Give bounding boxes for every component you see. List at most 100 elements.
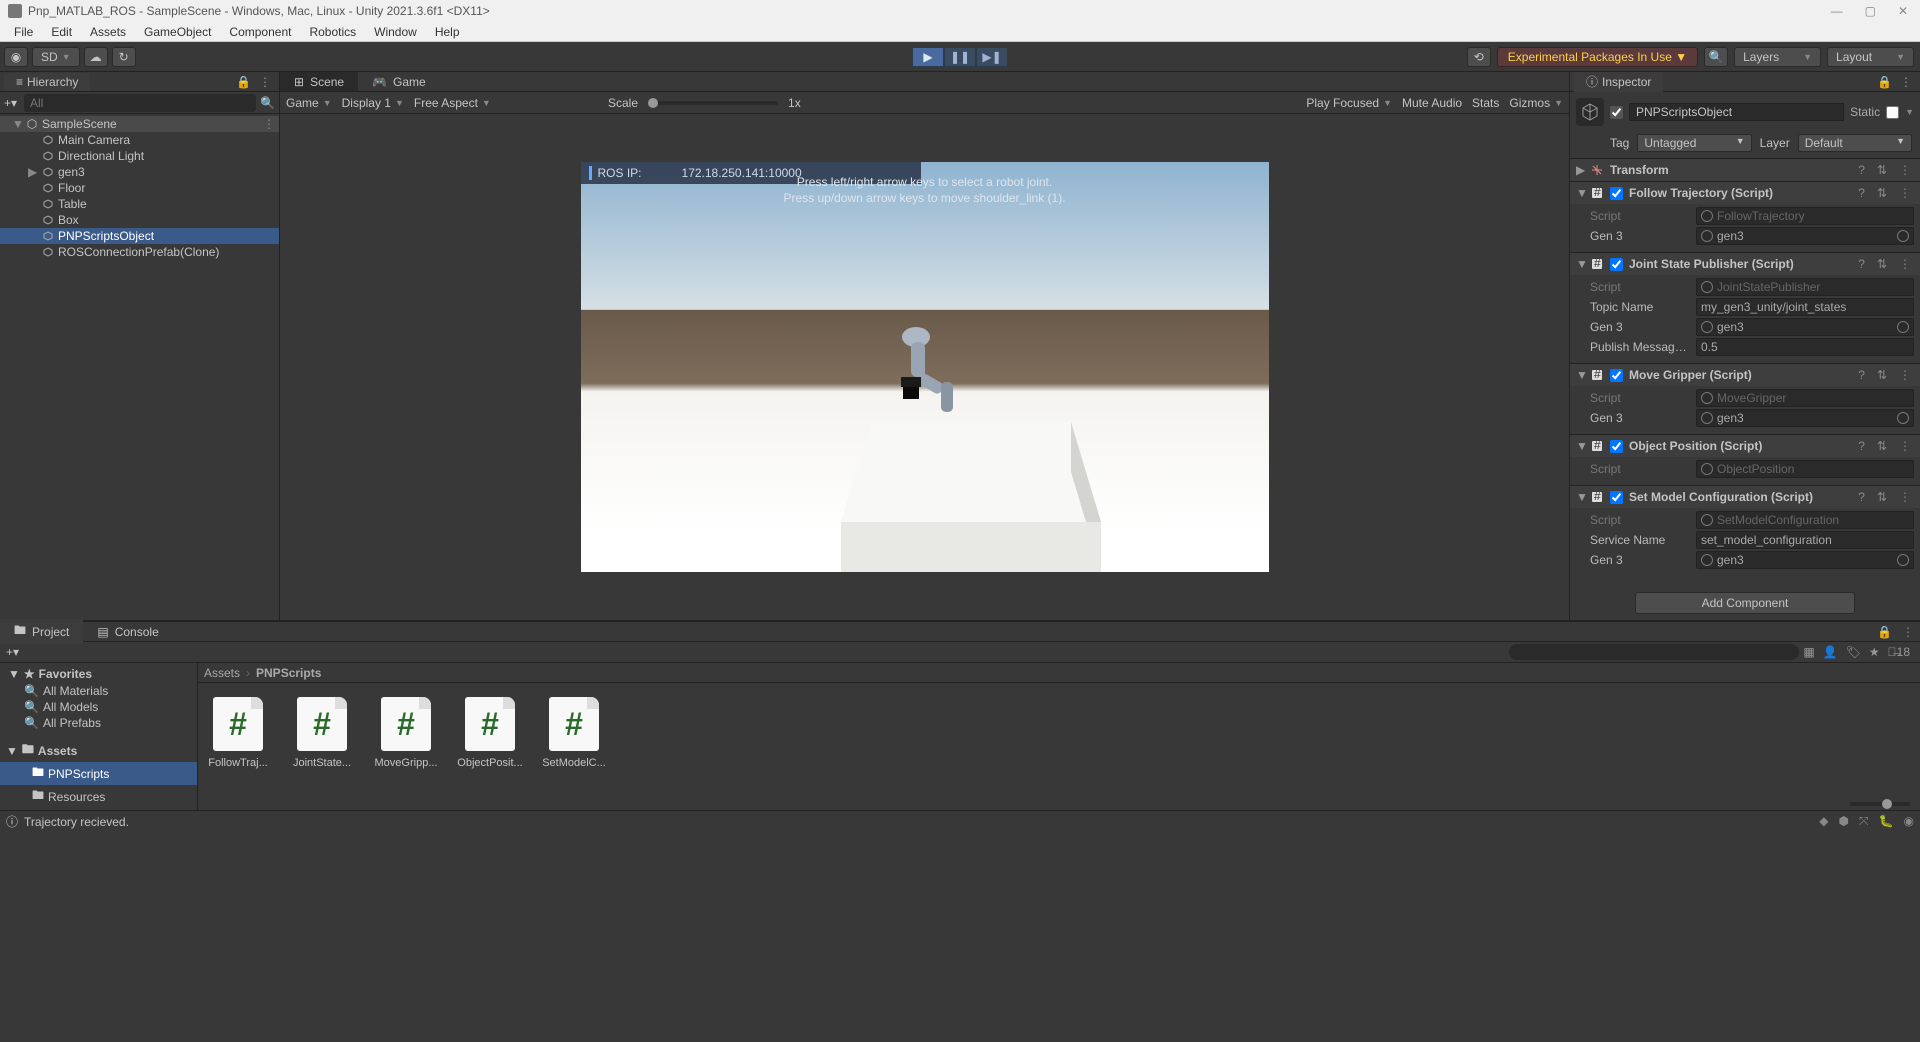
object-picker-icon[interactable] bbox=[1897, 554, 1909, 566]
mute-audio-toggle[interactable]: Mute Audio bbox=[1402, 96, 1462, 110]
component-enabled-checkbox[interactable] bbox=[1610, 440, 1623, 453]
component-header[interactable]: ▼ # Joint State Publisher (Script) ? ⇅ ⋮ bbox=[1570, 253, 1920, 275]
hierarchy-item[interactable]: Table bbox=[0, 196, 279, 212]
hierarchy-item[interactable]: Floor bbox=[0, 180, 279, 196]
project-tab[interactable]: 🖿Project bbox=[0, 619, 83, 644]
menu-window[interactable]: Window bbox=[366, 23, 425, 41]
thumbnail-size-slider[interactable] bbox=[1850, 802, 1910, 806]
panel-menu-icon[interactable]: ⋮ bbox=[255, 75, 275, 89]
search-button[interactable]: 🔍 bbox=[1704, 47, 1728, 67]
play-focused-dropdown[interactable]: Play Focused▼ bbox=[1306, 96, 1392, 110]
help-icon[interactable]: ? bbox=[1855, 163, 1868, 177]
component-menu-icon[interactable]: ⋮ bbox=[1896, 368, 1914, 382]
preset-icon[interactable]: ⇅ bbox=[1874, 490, 1890, 504]
step-button[interactable]: ▶❚ bbox=[976, 47, 1008, 67]
hierarchy-item[interactable]: Box bbox=[0, 212, 279, 228]
active-checkbox[interactable] bbox=[1610, 106, 1623, 119]
favorite-item[interactable]: 🔍All Models bbox=[0, 699, 197, 715]
asset-item[interactable]: #FollowTraj... bbox=[208, 697, 268, 769]
lock-icon[interactable]: 🔒 bbox=[1873, 625, 1896, 639]
hierarchy-item[interactable]: ROSConnectionPrefab(Clone) bbox=[0, 244, 279, 260]
favorite-item[interactable]: 🔍All Prefabs bbox=[0, 715, 197, 731]
hierarchy-tab[interactable]: ≡Hierarchy bbox=[4, 73, 90, 91]
component-menu-icon[interactable]: ⋮ bbox=[1896, 439, 1914, 453]
property-field[interactable]: gen3 bbox=[1696, 318, 1914, 336]
menu-edit[interactable]: Edit bbox=[43, 23, 80, 41]
panel-menu-icon[interactable]: ⋮ bbox=[1896, 625, 1920, 639]
property-field[interactable]: ObjectPosition bbox=[1696, 460, 1914, 478]
favorite-item[interactable]: 🔍All Materials bbox=[0, 683, 197, 699]
property-field[interactable]: set_model_configuration bbox=[1696, 531, 1914, 549]
property-field[interactable]: MoveGripper bbox=[1696, 389, 1914, 407]
asset-item[interactable]: #MoveGripp... bbox=[376, 697, 436, 769]
folder-item[interactable]: 🖿Resources bbox=[0, 785, 197, 808]
component-enabled-checkbox[interactable] bbox=[1610, 258, 1623, 271]
component-header[interactable]: ▼ # Object Position (Script) ? ⇅ ⋮ bbox=[1570, 435, 1920, 457]
static-checkbox[interactable] bbox=[1886, 106, 1899, 119]
static-dropdown-icon[interactable]: ▼ bbox=[1905, 107, 1914, 117]
inspector-tab[interactable]: ⓘInspector bbox=[1574, 71, 1663, 92]
layout-dropdown[interactable]: Layout▼ bbox=[1827, 47, 1914, 67]
asset-item[interactable]: #SetModelC... bbox=[544, 697, 604, 769]
preset-icon[interactable]: ⇅ bbox=[1874, 163, 1890, 177]
object-picker-icon[interactable] bbox=[1897, 230, 1909, 242]
game-view[interactable]: ROS IP: 172.18.250.141:10000 Press left/… bbox=[280, 114, 1569, 620]
scene-tab[interactable]: ⊞Scene bbox=[280, 72, 358, 91]
account-button[interactable]: ◉ bbox=[4, 47, 28, 67]
filter-label-icon[interactable]: 🏷 bbox=[1842, 645, 1865, 659]
preset-icon[interactable]: ⇅ bbox=[1874, 368, 1890, 382]
object-picker-icon[interactable] bbox=[1897, 321, 1909, 333]
menu-help[interactable]: Help bbox=[427, 23, 468, 41]
hierarchy-item[interactable]: Directional Light bbox=[0, 148, 279, 164]
layer-dropdown[interactable]: Default▼ bbox=[1798, 134, 1912, 152]
lock-icon[interactable]: 🔒 bbox=[1873, 75, 1896, 89]
status-icon-2[interactable]: ⬢ bbox=[1838, 814, 1848, 829]
favorite-icon[interactable]: ★ bbox=[1865, 645, 1884, 659]
close-button[interactable]: ✕ bbox=[1894, 4, 1912, 18]
component-menu-icon[interactable]: ⋮ bbox=[1896, 490, 1914, 504]
component-enabled-checkbox[interactable] bbox=[1610, 369, 1623, 382]
project-search-input[interactable] bbox=[1509, 644, 1799, 660]
property-field[interactable]: my_gen3_unity/joint_states bbox=[1696, 298, 1914, 316]
hidden-icon[interactable]: 👁̶18 bbox=[1884, 645, 1914, 659]
hierarchy-item[interactable]: ▶gen3 bbox=[0, 164, 279, 180]
preset-icon[interactable]: ⇅ bbox=[1874, 257, 1890, 271]
help-icon[interactable]: ? bbox=[1855, 490, 1868, 504]
status-icon-1[interactable]: ◆ bbox=[1819, 814, 1828, 829]
object-picker-icon[interactable] bbox=[1897, 412, 1909, 424]
gameobject-icon[interactable] bbox=[1576, 98, 1604, 126]
gizmos-dropdown[interactable]: Gizmos▼ bbox=[1509, 96, 1563, 110]
status-icon-5[interactable]: ◉ bbox=[1904, 814, 1914, 829]
menu-gameobject[interactable]: GameObject bbox=[136, 23, 219, 41]
game-mode-dropdown[interactable]: Game▼ bbox=[286, 96, 332, 110]
object-name-input[interactable] bbox=[1629, 103, 1844, 121]
favorites-header[interactable]: ▼★Favorites bbox=[0, 665, 197, 683]
scene-root[interactable]: ▼ ⬡ SampleScene ⋮ bbox=[0, 116, 279, 132]
lock-icon[interactable]: 🔒 bbox=[232, 75, 255, 89]
component-menu-icon[interactable]: ⋮ bbox=[1896, 257, 1914, 271]
asset-item[interactable]: #JointState... bbox=[292, 697, 352, 769]
status-icon-4[interactable]: 🐛 bbox=[1879, 814, 1894, 829]
component-header[interactable]: ▼ # Set Model Configuration (Script) ? ⇅… bbox=[1570, 486, 1920, 508]
sd-dropdown[interactable]: SD▼ bbox=[32, 47, 80, 67]
property-field[interactable]: FollowTrajectory bbox=[1696, 207, 1914, 225]
property-field[interactable]: gen3 bbox=[1696, 227, 1914, 245]
history-button[interactable]: ↻ bbox=[112, 47, 136, 67]
component-header[interactable]: ▼ # Follow Trajectory (Script) ? ⇅ ⋮ bbox=[1570, 182, 1920, 204]
preset-icon[interactable]: ⇅ bbox=[1874, 186, 1890, 200]
breadcrumb-current[interactable]: PNPScripts bbox=[256, 666, 321, 680]
help-icon[interactable]: ? bbox=[1855, 257, 1868, 271]
property-field[interactable]: JointStatePublisher bbox=[1696, 278, 1914, 296]
tag-dropdown[interactable]: Untagged▼ bbox=[1637, 134, 1751, 152]
help-icon[interactable]: ? bbox=[1855, 186, 1868, 200]
create-button[interactable]: +▾ bbox=[4, 96, 20, 110]
component-enabled-checkbox[interactable] bbox=[1610, 491, 1623, 504]
search-mode-icon[interactable]: ▦ bbox=[1799, 645, 1818, 659]
scale-slider[interactable] bbox=[648, 101, 778, 105]
filter-type-icon[interactable]: 👤 bbox=[1819, 645, 1842, 659]
breadcrumb-root[interactable]: Assets bbox=[204, 666, 240, 680]
property-field[interactable]: SetModelConfiguration bbox=[1696, 511, 1914, 529]
aspect-dropdown[interactable]: Free Aspect▼ bbox=[414, 96, 491, 110]
layers-dropdown[interactable]: Layers▼ bbox=[1734, 47, 1821, 67]
component-enabled-checkbox[interactable] bbox=[1610, 187, 1623, 200]
